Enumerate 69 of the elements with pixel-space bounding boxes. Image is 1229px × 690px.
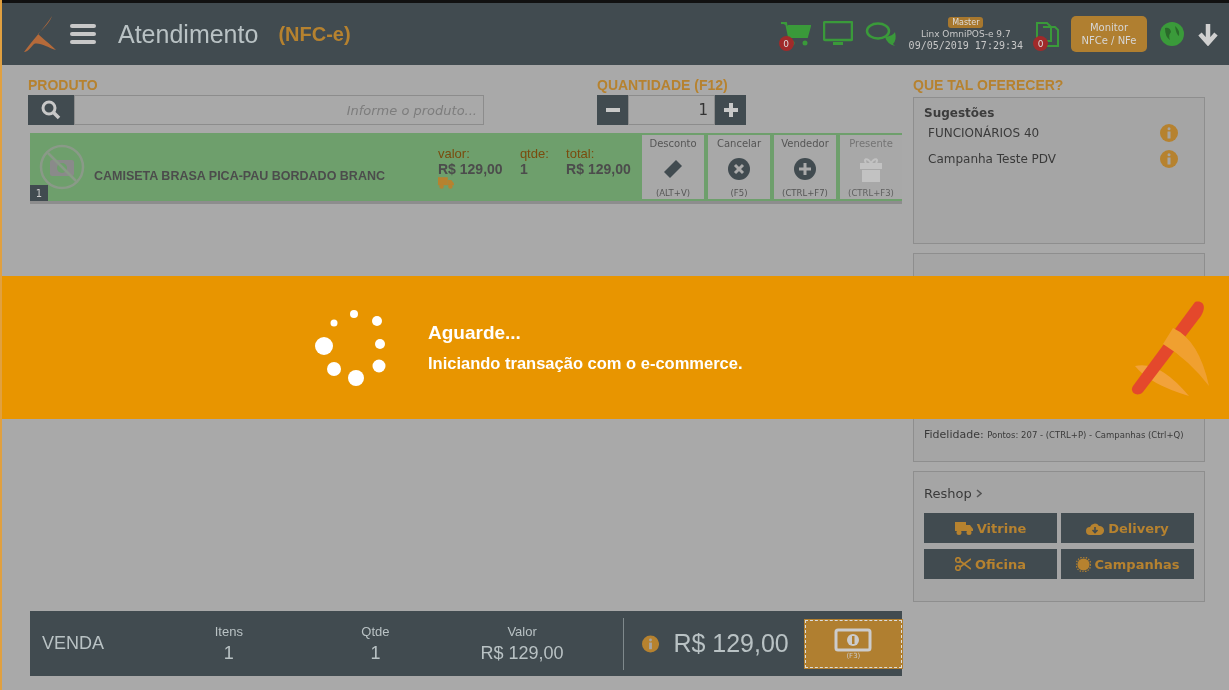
suggestions-title: Sugestões	[924, 106, 996, 120]
value-label: valor:	[438, 145, 471, 161]
item-action-button[interactable]: Vendedor (CTRL+F7)	[774, 135, 836, 199]
datetime-label: 09/05/2019 17:29:34	[908, 40, 1023, 51]
download-arrow-icon[interactable]	[1197, 22, 1219, 46]
logo-icon	[1129, 300, 1211, 396]
item-value: R$ 129,00	[438, 160, 504, 177]
truck-icon	[954, 521, 973, 535]
item-name: CAMISETA BRASA PICA-PAU BORDADO BRANC	[94, 168, 386, 183]
loading-title: Aguarde...	[428, 322, 522, 344]
truck-icon	[438, 176, 454, 189]
cart-button[interactable]: 0	[780, 21, 811, 47]
documents-icon	[1035, 21, 1059, 47]
minus-icon	[605, 108, 620, 112]
total-info-icon[interactable]	[642, 634, 660, 653]
offer-title: QUE TAL OFERECER?	[913, 77, 1065, 93]
reshop-title[interactable]: Reshop	[924, 486, 972, 501]
loading-message: Iniciando transação com o e-commerce.	[428, 354, 743, 373]
reshop-button[interactable]: Vitrine	[924, 513, 1057, 543]
summary-value: 1	[223, 642, 234, 664]
increase-button[interactable]	[715, 95, 746, 125]
search-icon	[41, 100, 61, 120]
profile-badge: Master	[948, 17, 984, 28]
no-photo-icon	[38, 143, 86, 191]
documents-count-badge: 0	[1033, 36, 1048, 51]
chat-icon[interactable]	[864, 22, 897, 46]
item-total: R$ 129,00	[566, 160, 632, 177]
monitor-icon[interactable]	[822, 21, 853, 47]
search-button[interactable]	[28, 95, 74, 125]
globe-icon[interactable]	[1159, 21, 1185, 47]
reshop-button[interactable]: Campanhas	[1061, 549, 1194, 579]
page-title: Atendimento	[118, 19, 259, 49]
close-icon	[727, 156, 751, 181]
quantity-label: QUANTIDADE (F12)	[597, 77, 729, 93]
item-quantity: 1	[519, 160, 528, 177]
summary-label: Qtde	[361, 623, 390, 639]
item-action-button[interactable]: Cancelar (F5)	[708, 135, 770, 199]
decrease-button[interactable]	[597, 95, 628, 125]
banknote-icon	[834, 627, 873, 652]
summary-label: Valor	[507, 623, 537, 639]
quantity-field[interactable]: 1	[628, 95, 715, 125]
item-index: 1	[30, 185, 48, 201]
quantity-label: qtde:	[519, 145, 550, 161]
badge-icon	[1075, 556, 1091, 572]
item-action-button[interactable]: Desconto (ALT+V)	[642, 135, 704, 199]
documents-button[interactable]: 0	[1035, 21, 1059, 47]
total-label: total:	[566, 145, 596, 161]
menu-icon[interactable]	[70, 23, 96, 45]
cart-icon	[780, 21, 811, 47]
scissors-icon	[955, 557, 972, 571]
summary-value: 1	[370, 642, 381, 664]
version-label: Linx OmniPOS-e 9.7	[920, 29, 1011, 39]
reshop-button[interactable]: Oficina	[924, 549, 1057, 579]
chevron-right-icon[interactable]	[975, 489, 982, 498]
sale-total: R$ 129,00	[673, 629, 789, 658]
plus-icon	[793, 156, 817, 181]
plus-icon	[723, 103, 738, 117]
reshop-button[interactable]: Delivery	[1061, 513, 1194, 543]
suggestion-item[interactable]: Campanha Teste PDV	[928, 152, 1057, 166]
summary-label: Itens	[214, 623, 243, 639]
cloud-download-icon	[1086, 521, 1105, 535]
page-subtitle: (NFC-e)	[278, 22, 351, 46]
sale-title: VENDA	[41, 633, 105, 654]
fidelity-text: Fidelidade: Pontos: 207 - (CTRL+P) - Campanhas (Ctrl+Q)	[924, 428, 1185, 441]
suggestion-item[interactable]: FUNCIONÁRIOS 40	[928, 126, 1040, 140]
monitor-nfce-button[interactable]: Monitor NFCe / NFe	[1071, 16, 1147, 52]
summary-value: R$ 129,00	[480, 642, 564, 664]
cart-count-badge: 0	[778, 36, 794, 51]
product-label: PRODUTO	[28, 77, 99, 93]
